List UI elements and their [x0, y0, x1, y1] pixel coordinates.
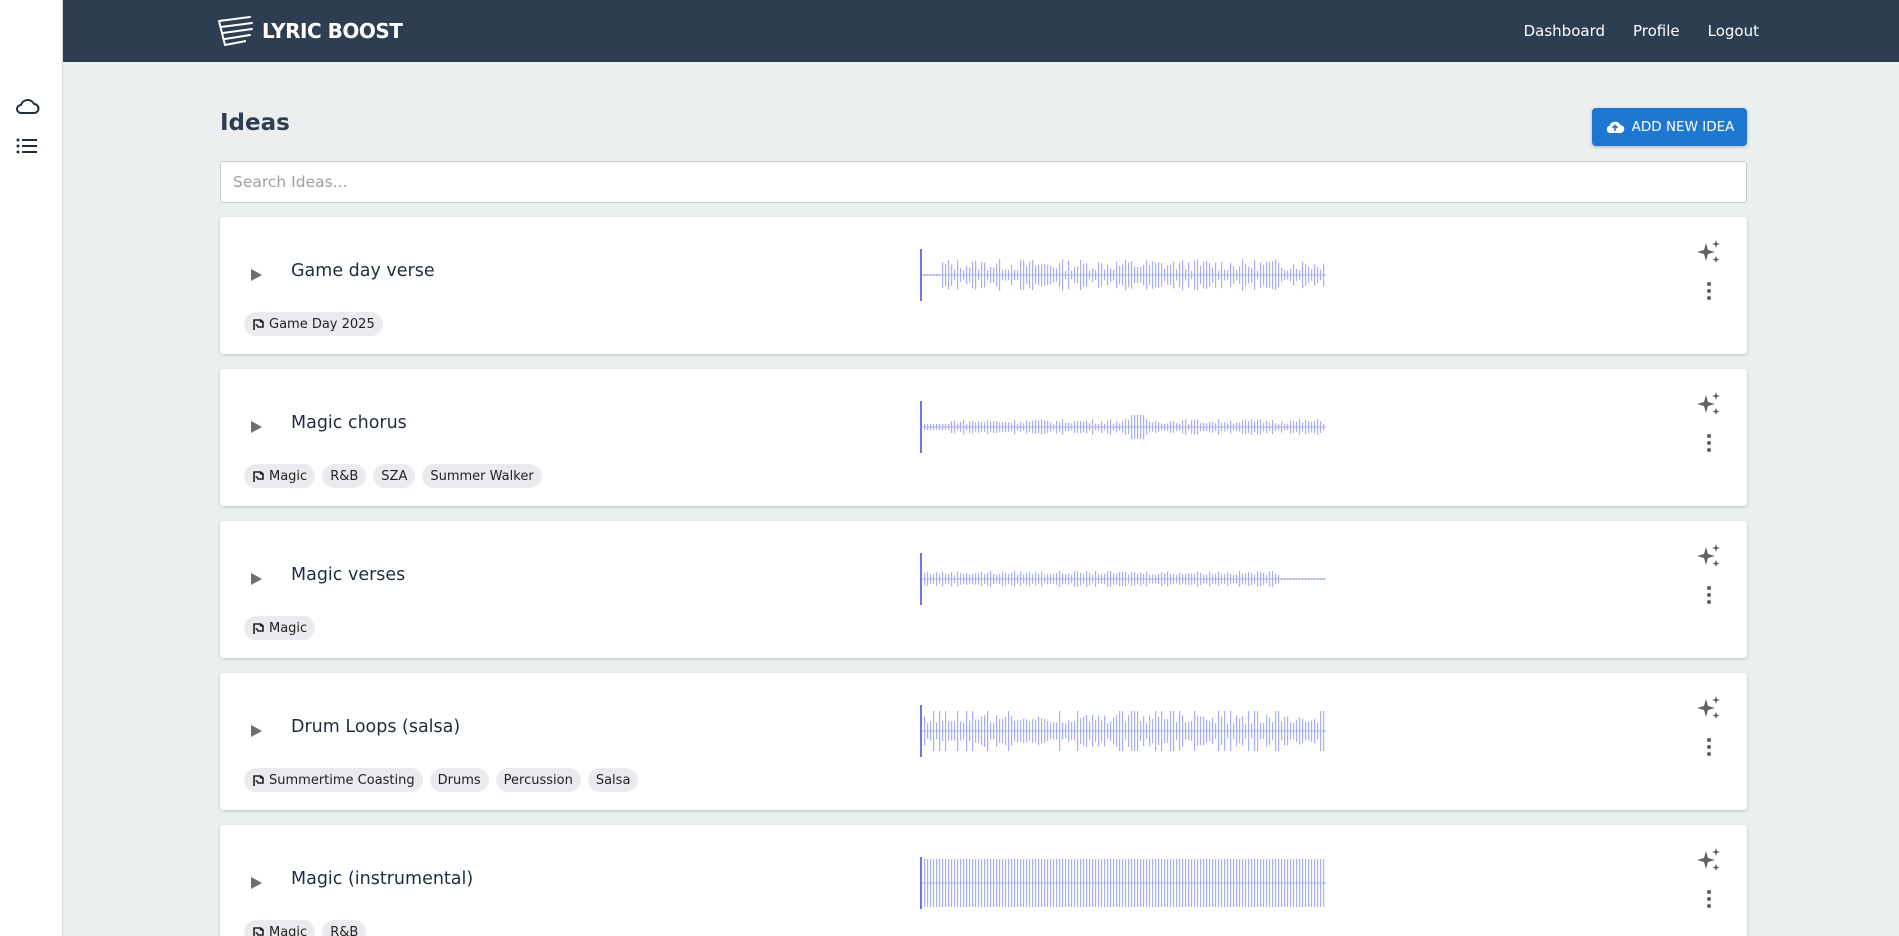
page-title: Ideas — [220, 110, 290, 136]
ai-sparkle-icon[interactable] — [1696, 391, 1722, 417]
cloud-icon[interactable] — [13, 92, 41, 120]
tag-label: SZA — [381, 468, 408, 484]
nav-logout-link[interactable]: Logout — [1708, 22, 1759, 40]
tag-label: Drums — [437, 772, 481, 788]
tag-chip[interactable]: R&B — [322, 920, 367, 936]
top-nav: Dashboard Profile Logout — [1524, 0, 1759, 62]
audio-waveform[interactable] — [920, 401, 1326, 453]
tag-label: Summertime Coasting — [269, 772, 415, 788]
tag-chip[interactable]: SZA — [373, 464, 416, 488]
tag-chip[interactable]: Drums — [429, 768, 489, 792]
project-flag-icon — [253, 470, 264, 482]
idea-tags: Game Day 2025 — [244, 312, 383, 336]
play-icon[interactable] — [248, 267, 264, 283]
tag-chip[interactable]: Summer Walker — [422, 464, 542, 488]
search-input[interactable] — [220, 161, 1747, 203]
idea-title[interactable]: Game day verse — [291, 261, 435, 281]
audio-waveform[interactable] — [920, 249, 1326, 301]
idea-title[interactable]: Magic chorus — [291, 413, 407, 433]
idea-card: Game day verse Game Day 2025 — [220, 217, 1747, 354]
project-tag[interactable]: Game Day 2025 — [244, 312, 383, 336]
idea-card: Magic (instrumental) Magic R&B — [220, 825, 1747, 936]
idea-title[interactable]: Magic verses — [291, 565, 405, 585]
list-icon[interactable] — [13, 132, 41, 160]
audio-waveform[interactable] — [920, 857, 1326, 909]
play-icon[interactable] — [248, 571, 264, 587]
idea-title[interactable]: Magic (instrumental) — [291, 869, 473, 889]
play-icon[interactable] — [248, 723, 264, 739]
idea-title[interactable]: Drum Loops (salsa) — [291, 717, 460, 737]
nav-dashboard-link[interactable]: Dashboard — [1524, 22, 1605, 40]
play-icon[interactable] — [248, 419, 264, 435]
ai-sparkle-icon[interactable] — [1696, 847, 1722, 873]
ai-sparkle-icon[interactable] — [1696, 695, 1722, 721]
add-new-idea-button[interactable]: ADD NEW IDEA — [1592, 108, 1747, 146]
project-flag-icon — [253, 774, 264, 786]
cloud-upload-icon — [1606, 121, 1624, 134]
play-icon[interactable] — [248, 875, 264, 891]
project-tag[interactable]: Summertime Coasting — [244, 768, 423, 792]
project-tag[interactable]: Magic — [244, 464, 316, 488]
project-flag-icon — [253, 622, 264, 634]
ai-sparkle-icon[interactable] — [1696, 239, 1722, 265]
tag-label: Percussion — [503, 772, 573, 788]
project-flag-icon — [253, 318, 264, 330]
tag-label: Summer Walker — [430, 468, 534, 484]
project-tag[interactable]: Magic — [244, 920, 316, 936]
left-sidebar — [0, 0, 63, 936]
notebook-logo-icon — [218, 16, 253, 46]
more-options-icon[interactable] — [1702, 737, 1716, 757]
tag-label: Magic — [269, 468, 308, 484]
idea-tags: Magic — [244, 616, 316, 640]
more-options-icon[interactable] — [1702, 281, 1716, 301]
idea-card: Drum Loops (salsa) Summertime Coasting Dru… — [220, 673, 1747, 810]
tag-label: Magic — [269, 620, 308, 636]
more-options-icon[interactable] — [1702, 433, 1716, 453]
idea-tags: Magic R&B — [244, 920, 367, 936]
tag-chip[interactable]: R&B — [322, 464, 367, 488]
tag-chip[interactable]: Percussion — [495, 768, 581, 792]
idea-tags: Summertime Coasting Drums Percussion Salsa — [244, 768, 639, 792]
idea-tags: Magic R&B SZA Summer Walker — [244, 464, 542, 488]
brand-name: LYRIC BOOST — [262, 19, 403, 43]
tag-label: Magic — [269, 924, 308, 936]
ai-sparkle-icon[interactable] — [1696, 543, 1722, 569]
nav-profile-link[interactable]: Profile — [1633, 22, 1680, 40]
idea-card: Magic verses Magic — [220, 521, 1747, 658]
add-new-idea-label: ADD NEW IDEA — [1631, 119, 1735, 135]
audio-waveform[interactable] — [920, 553, 1326, 605]
tag-label: R&B — [330, 924, 359, 936]
brand-logo[interactable]: LYRIC BOOST — [216, 13, 403, 49]
audio-waveform[interactable] — [920, 705, 1326, 757]
idea-card: Magic chorus Magic R&B SZA Summer Walker — [220, 369, 1747, 506]
tag-chip[interactable]: Salsa — [587, 768, 639, 792]
tag-label: R&B — [330, 468, 359, 484]
project-flag-icon — [253, 926, 264, 936]
top-navbar: LYRIC BOOST Dashboard Profile Logout — [63, 0, 1899, 62]
more-options-icon[interactable] — [1702, 889, 1716, 909]
tag-label: Game Day 2025 — [269, 316, 375, 332]
more-options-icon[interactable] — [1702, 585, 1716, 605]
tag-label: Salsa — [595, 772, 631, 788]
project-tag[interactable]: Magic — [244, 616, 316, 640]
